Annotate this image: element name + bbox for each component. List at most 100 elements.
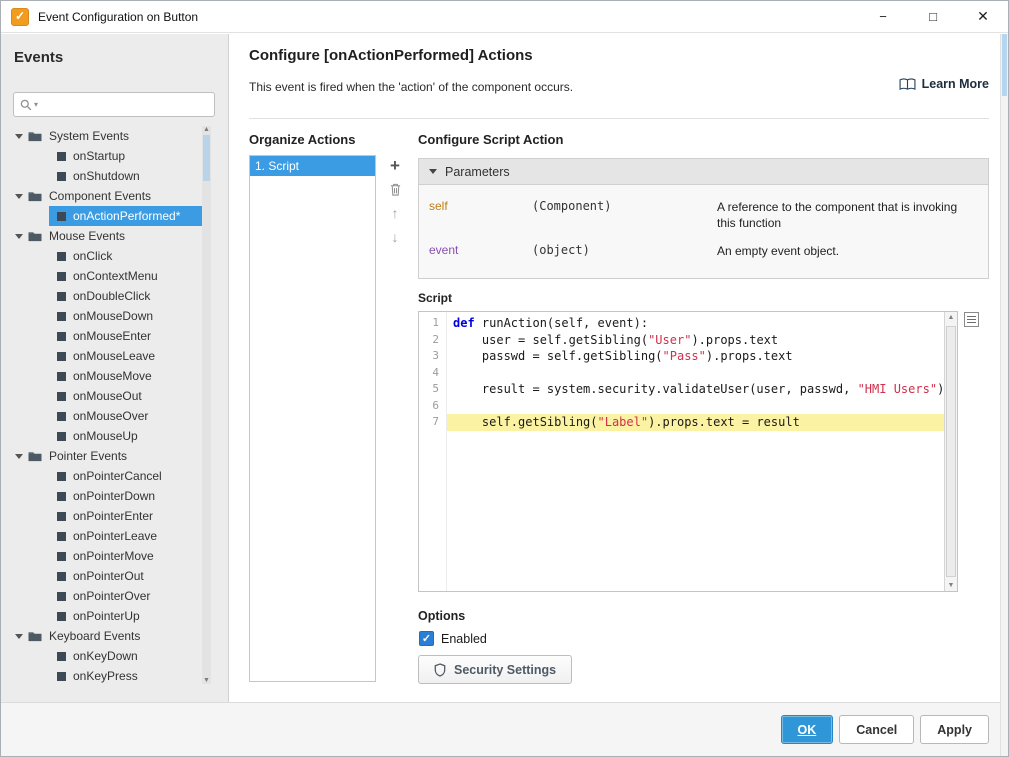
code-line-5[interactable]: result = system.security.validateUser(us… xyxy=(447,381,944,398)
tree-item-onmouseout[interactable]: onMouseOut xyxy=(1,386,202,406)
tree-item-oncontextmenu[interactable]: onContextMenu xyxy=(1,266,202,286)
titlebar[interactable]: Event Configuration on Button − □ ✕ xyxy=(1,1,1008,33)
tree-item-onmouseover[interactable]: onMouseOver xyxy=(1,406,202,426)
tree-item-content[interactable]: onActionPerformed* xyxy=(49,206,202,226)
editor-scrollbar[interactable]: ▲ ▼ xyxy=(944,312,957,591)
add-action-button[interactable]: + xyxy=(385,156,405,174)
tree-item-content[interactable]: onDoubleClick xyxy=(49,286,202,306)
tree-item-onpointerout[interactable]: onPointerOut xyxy=(1,566,202,586)
tree-item-onstartup[interactable]: onStartup xyxy=(1,146,202,166)
tree-item-content[interactable]: onMouseUp xyxy=(49,426,202,446)
code-area[interactable]: def runAction(self, event): user = self.… xyxy=(447,312,944,591)
tree-item-content[interactable]: onMouseDown xyxy=(49,306,202,326)
close-button[interactable]: ✕ xyxy=(958,1,1008,32)
code-line-3[interactable]: passwd = self.getSibling("Pass").props.t… xyxy=(447,348,944,365)
scroll-down-icon[interactable]: ▼ xyxy=(945,582,957,589)
tree-item-onmousedown[interactable]: onMouseDown xyxy=(1,306,202,326)
maximize-button[interactable]: □ xyxy=(908,1,958,32)
apply-button[interactable]: Apply xyxy=(920,715,989,744)
tree-item-onpointermove[interactable]: onPointerMove xyxy=(1,546,202,566)
page-title: Configure [onActionPerformed] Actions xyxy=(249,47,533,64)
tree-folder-keyboard-events[interactable]: Keyboard Events xyxy=(1,626,202,646)
tree-item-content[interactable]: onMouseLeave xyxy=(49,346,202,366)
tree-item-content[interactable]: onContextMenu xyxy=(49,266,202,286)
tree-item-content[interactable]: onPointerDown xyxy=(49,486,202,506)
tree-item-content[interactable]: onPointerOver xyxy=(49,586,202,606)
organize-actions-heading: Organize Actions xyxy=(249,132,356,147)
tree-item-ondoubleclick[interactable]: onDoubleClick xyxy=(1,286,202,306)
expand-arrow-icon[interactable] xyxy=(15,133,23,139)
action-list-item[interactable]: 1. Script xyxy=(250,156,375,176)
minimize-button[interactable]: − xyxy=(858,1,908,32)
tree-item-content[interactable]: onClick xyxy=(49,246,202,266)
security-settings-button[interactable]: Security Settings xyxy=(418,655,573,684)
tree-item-content[interactable]: onPointerLeave xyxy=(49,526,202,546)
window-scrollbar-thumb[interactable] xyxy=(1002,34,1007,96)
window-scrollbar[interactable] xyxy=(1000,34,1008,756)
tree-item-onpointerdown[interactable]: onPointerDown xyxy=(1,486,202,506)
scroll-up-icon[interactable]: ▲ xyxy=(945,314,957,321)
enabled-checkbox[interactable] xyxy=(419,631,434,646)
editor-scrollbar-thumb[interactable] xyxy=(946,326,956,577)
tree-item-onactionperformed[interactable]: onActionPerformed* xyxy=(1,206,202,226)
tree-item-onpointercancel[interactable]: onPointerCancel xyxy=(1,466,202,486)
tree-item-onclick[interactable]: onClick xyxy=(1,246,202,266)
code-line-7[interactable]: self.getSibling("Label").props.text = re… xyxy=(447,414,944,431)
tree-item-onkeypress[interactable]: onKeyPress xyxy=(1,666,202,684)
ok-button[interactable]: OK xyxy=(780,715,834,744)
tree-item-onpointerleave[interactable]: onPointerLeave xyxy=(1,526,202,546)
expand-arrow-icon[interactable] xyxy=(15,233,23,239)
tree-scrollbar[interactable]: ▲ ▼ xyxy=(202,126,211,684)
scroll-up-icon[interactable]: ▲ xyxy=(202,126,211,133)
search-input[interactable]: ▾ xyxy=(13,92,215,117)
tree-item-content[interactable]: onPointerOut xyxy=(49,566,202,586)
tree-item-content[interactable]: onPointerCancel xyxy=(49,466,202,486)
code-line-2[interactable]: user = self.getSibling("User").props.tex… xyxy=(447,332,944,349)
delete-action-button[interactable] xyxy=(385,180,405,198)
tree-folder-pointer-events[interactable]: Pointer Events xyxy=(1,446,202,466)
tree-item-content[interactable]: onMouseOver xyxy=(49,406,202,426)
tree-item-onmousemove[interactable]: onMouseMove xyxy=(1,366,202,386)
expand-arrow-icon[interactable] xyxy=(15,633,23,639)
tree-item-content[interactable]: onMouseOut xyxy=(49,386,202,406)
tree-item-content[interactable]: onShutdown xyxy=(49,166,202,186)
tree-item-content[interactable]: onKeyPress xyxy=(49,666,202,684)
tree-item-onpointerup[interactable]: onPointerUp xyxy=(1,606,202,626)
tree-folder-component-events[interactable]: Component Events xyxy=(1,186,202,206)
move-up-button[interactable]: ↑ xyxy=(385,204,405,222)
parameters-header[interactable]: Parameters xyxy=(418,158,989,185)
tree-item-content[interactable]: onKeyDown xyxy=(49,646,202,666)
editor-menu-button[interactable] xyxy=(964,312,979,327)
expand-arrow-icon[interactable] xyxy=(15,193,23,199)
tree-item-onkeydown[interactable]: onKeyDown xyxy=(1,646,202,666)
tree-item-onmouseenter[interactable]: onMouseEnter xyxy=(1,326,202,346)
tree-item-content[interactable]: onPointerUp xyxy=(49,606,202,626)
cancel-button[interactable]: Cancel xyxy=(839,715,915,744)
code-line-1[interactable]: def runAction(self, event): xyxy=(447,315,944,332)
tree-item-onpointerover[interactable]: onPointerOver xyxy=(1,586,202,606)
tree-item-onshutdown[interactable]: onShutdown xyxy=(1,166,202,186)
learn-more-link[interactable]: Learn More xyxy=(899,77,989,91)
enabled-row: Enabled xyxy=(419,631,487,646)
code-line-4[interactable] xyxy=(447,365,944,382)
tree-item-content[interactable]: onMouseEnter xyxy=(49,326,202,346)
tree-scrollbar-thumb[interactable] xyxy=(203,135,210,181)
expand-arrow-icon[interactable] xyxy=(15,453,23,459)
tree-item-onpointerenter[interactable]: onPointerEnter xyxy=(1,506,202,526)
tree-item-content[interactable]: onMouseMove xyxy=(49,366,202,386)
search-dropdown-caret-icon[interactable]: ▾ xyxy=(34,100,38,109)
move-down-button[interactable]: ↓ xyxy=(385,228,405,246)
event-label: onMouseLeave xyxy=(73,349,156,363)
tree-item-onmouseup[interactable]: onMouseUp xyxy=(1,426,202,446)
script-editor[interactable]: 1 2 3 4 5 6 7 def runAction(self, event): user… xyxy=(418,311,958,592)
action-list[interactable]: 1. Script xyxy=(249,155,376,682)
tree-item-content[interactable]: onPointerMove xyxy=(49,546,202,566)
code-line-6[interactable] xyxy=(447,398,944,415)
tree-folder-system-events[interactable]: System Events xyxy=(1,126,202,146)
folder-label: System Events xyxy=(49,129,130,143)
tree-folder-mouse-events[interactable]: Mouse Events xyxy=(1,226,202,246)
tree-item-onmouseleave[interactable]: onMouseLeave xyxy=(1,346,202,366)
tree-item-content[interactable]: onStartup xyxy=(49,146,202,166)
scroll-down-icon[interactable]: ▼ xyxy=(202,677,211,684)
tree-item-content[interactable]: onPointerEnter xyxy=(49,506,202,526)
